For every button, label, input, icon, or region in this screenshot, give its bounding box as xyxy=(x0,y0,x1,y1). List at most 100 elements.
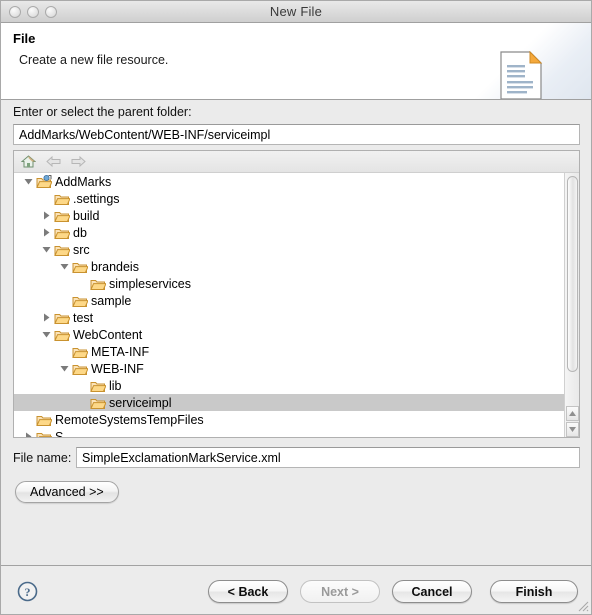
tree-vertical-scrollbar[interactable] xyxy=(564,173,579,437)
folder-icon xyxy=(35,411,53,428)
twisty-empty xyxy=(40,190,53,207)
window-title: New File xyxy=(269,4,323,19)
folder-icon xyxy=(53,224,71,241)
back-arrow-icon[interactable] xyxy=(44,153,62,171)
folder-icon xyxy=(89,275,107,292)
folder-icon xyxy=(53,309,71,326)
page-description: Create a new file resource. xyxy=(19,53,169,67)
tree-row[interactable]: build xyxy=(14,207,564,224)
folder-icon xyxy=(71,258,89,275)
file-name-label: File name: xyxy=(13,451,72,465)
tree-row-label: test xyxy=(73,310,94,325)
next-button[interactable]: Next > xyxy=(300,580,380,603)
forward-arrow-icon[interactable] xyxy=(69,153,87,171)
tree-row[interactable]: RemoteSystemsTempFiles xyxy=(14,411,564,428)
folder-icon xyxy=(71,360,89,377)
twisty-collapsed-icon[interactable] xyxy=(40,224,53,241)
tree-row[interactable]: brandeis xyxy=(14,258,564,275)
tree-row[interactable]: src xyxy=(14,241,564,258)
tree-row-label: RemoteSystemsTempFiles xyxy=(55,412,204,427)
twisty-expanded-icon[interactable] xyxy=(40,241,53,258)
folder-icon xyxy=(71,343,89,360)
twisty-collapsed-icon[interactable] xyxy=(40,207,53,224)
home-icon[interactable] xyxy=(19,153,37,171)
twisty-expanded-icon[interactable] xyxy=(22,173,35,190)
twisty-empty xyxy=(22,411,35,428)
twisty-collapsed-icon[interactable] xyxy=(22,428,35,437)
close-button[interactable] xyxy=(9,6,21,18)
twisty-empty xyxy=(76,394,89,411)
twisty-expanded-icon[interactable] xyxy=(58,360,71,377)
advanced-button[interactable]: Advanced >> xyxy=(15,481,119,503)
twisty-empty xyxy=(58,292,71,309)
folder-icon xyxy=(89,377,107,394)
twisty-empty xyxy=(76,377,89,394)
folder-icon xyxy=(53,190,71,207)
tree-row[interactable]: .settings xyxy=(14,190,564,207)
file-name-value: SimpleExclamationMarkService.xml xyxy=(82,450,281,465)
tree-row[interactable]: test xyxy=(14,309,564,326)
tree-row-label: build xyxy=(73,208,100,223)
tree-row-label: src xyxy=(73,242,90,257)
folder-icon xyxy=(35,428,53,437)
window-controls xyxy=(9,6,57,18)
title-bar: New File xyxy=(1,1,591,23)
folder-icon xyxy=(89,394,107,411)
resize-grip[interactable] xyxy=(575,598,589,612)
twisty-expanded-icon[interactable] xyxy=(40,326,53,343)
parent-folder-value: AddMarks/WebContent/WEB-INF/serviceimpl xyxy=(19,127,271,142)
project-folder-icon xyxy=(35,173,53,190)
help-icon[interactable]: ? xyxy=(17,581,38,602)
tree-row-label: brandeis xyxy=(91,259,139,274)
tree-row-label: META-INF xyxy=(91,344,150,359)
zoom-button[interactable] xyxy=(45,6,57,18)
tree-row-label: lib xyxy=(109,378,122,393)
tree-row[interactable]: lib xyxy=(14,377,564,394)
twisty-empty xyxy=(58,343,71,360)
tree-row[interactable]: sample xyxy=(14,292,564,309)
tree-row-label: WEB-INF xyxy=(91,361,144,376)
tree-row-label: sample xyxy=(91,293,132,308)
parent-folder-label: Enter or select the parent folder: xyxy=(13,105,192,119)
tree-row-label: S xyxy=(55,429,64,438)
folder-tree-panel: AddMarks .settings build db src brandeis simpl… xyxy=(13,150,580,438)
tree-row[interactable]: AddMarks xyxy=(14,173,564,190)
new-file-dialog: New File File Create a new file resource… xyxy=(0,0,592,615)
tree-row[interactable]: WEB-INF xyxy=(14,360,564,377)
back-button[interactable]: < Back xyxy=(208,580,288,603)
folder-icon xyxy=(53,241,71,258)
tree-row[interactable]: simpleservices xyxy=(14,275,564,292)
tree-row-label: WebContent xyxy=(73,327,143,342)
cancel-button[interactable]: Cancel xyxy=(392,580,472,603)
scroll-up-button[interactable] xyxy=(566,406,579,421)
tree-row-label: simpleservices xyxy=(109,276,191,291)
tree-row[interactable]: serviceimpl xyxy=(14,394,564,411)
folder-tree[interactable]: AddMarks .settings build db src brandeis simpl… xyxy=(14,173,564,437)
tree-row[interactable]: META-INF xyxy=(14,343,564,360)
tree-row-label: AddMarks xyxy=(55,174,112,189)
tree-row[interactable]: S xyxy=(14,428,564,437)
tree-row-label: .settings xyxy=(73,191,120,206)
dialog-footer: ? < Back Next > Cancel Finish xyxy=(1,565,591,614)
minimize-button[interactable] xyxy=(27,6,39,18)
tree-row[interactable]: db xyxy=(14,224,564,241)
file-name-input[interactable]: SimpleExclamationMarkService.xml xyxy=(76,447,580,468)
new-file-document-icon xyxy=(499,50,543,99)
twisty-empty xyxy=(76,275,89,292)
twisty-collapsed-icon[interactable] xyxy=(40,309,53,326)
tree-toolbar xyxy=(14,151,579,173)
dialog-header: File Create a new file resource. xyxy=(1,23,591,100)
tree-row[interactable]: WebContent xyxy=(14,326,564,343)
finish-button[interactable]: Finish xyxy=(490,580,578,603)
dialog-body: Enter or select the parent folder: AddMa… xyxy=(1,100,591,565)
folder-icon xyxy=(53,326,71,343)
scroll-down-button[interactable] xyxy=(566,422,579,437)
tree-row-label: db xyxy=(73,225,87,240)
parent-folder-input[interactable]: AddMarks/WebContent/WEB-INF/serviceimpl xyxy=(13,124,580,145)
svg-text:?: ? xyxy=(25,585,31,599)
tree-row-label: serviceimpl xyxy=(109,395,172,410)
folder-icon xyxy=(53,207,71,224)
scrollbar-thumb[interactable] xyxy=(567,176,578,372)
folder-icon xyxy=(71,292,89,309)
twisty-expanded-icon[interactable] xyxy=(58,258,71,275)
